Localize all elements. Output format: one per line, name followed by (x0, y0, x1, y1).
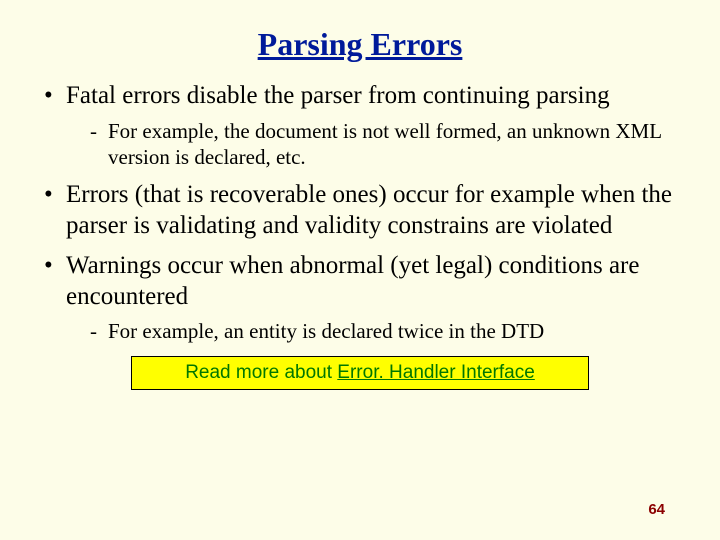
read-more-box[interactable]: Read more about Error. Handler Interface (131, 356, 589, 390)
bullet-item: Fatal errors disable the parser from con… (44, 81, 680, 170)
sub-bullet-item: For example, the document is not well fo… (90, 118, 680, 171)
bullet-text: Warnings occur when abnormal (yet legal)… (66, 252, 639, 310)
sub-bullet-item: For example, an entity is declared twice… (90, 318, 680, 344)
read-more-prefix: Read more about (185, 362, 337, 383)
sub-bullet-list: For example, an entity is declared twice… (66, 318, 680, 344)
sub-bullet-list: For example, the document is not well fo… (66, 118, 680, 171)
bullet-list: Fatal errors disable the parser from con… (30, 81, 690, 344)
page-number: 64 (648, 501, 665, 518)
bullet-item: Errors (that is recoverable ones) occur … (44, 180, 680, 241)
sub-bullet-text: For example, the document is not well fo… (108, 119, 661, 169)
bullet-text: Errors (that is recoverable ones) occur … (66, 181, 672, 239)
slide-title: Parsing Errors (30, 26, 690, 63)
bullet-text: Fatal errors disable the parser from con… (66, 82, 610, 109)
slide: Parsing Errors Fatal errors disable the … (0, 0, 720, 540)
bullet-item: Warnings occur when abnormal (yet legal)… (44, 251, 680, 344)
read-more-link[interactable]: Error. Handler Interface (337, 362, 534, 383)
sub-bullet-text: For example, an entity is declared twice… (108, 319, 544, 343)
